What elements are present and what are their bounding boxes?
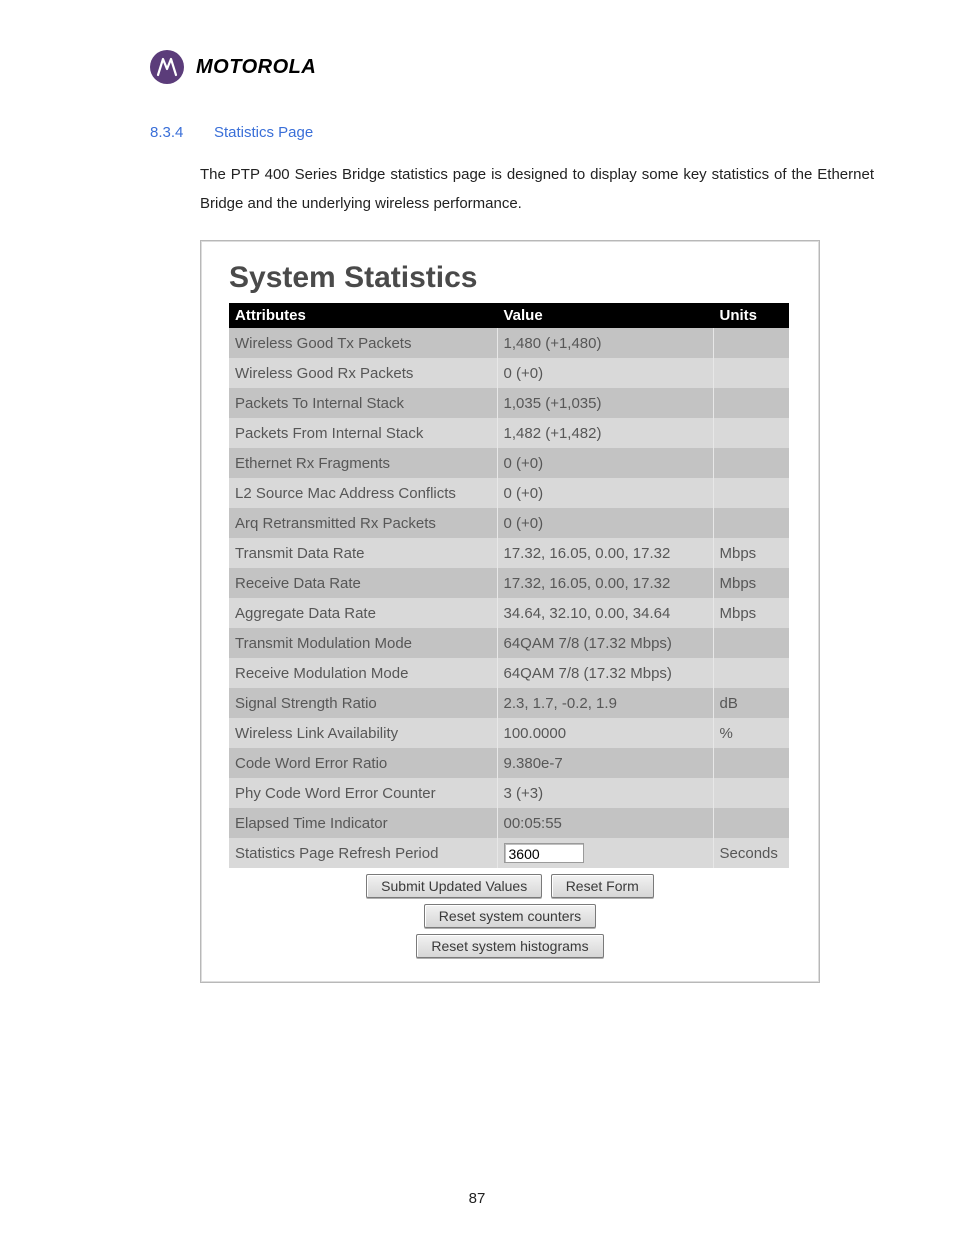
cell-value: 34.64, 32.10, 0.00, 34.64 xyxy=(497,598,713,628)
button-row-3: Reset system histograms xyxy=(229,934,791,958)
cell-attribute: Wireless Link Availability xyxy=(229,718,497,748)
table-row: Transmit Modulation Mode64QAM 7/8 (17.32… xyxy=(229,628,789,658)
cell-attribute: Statistics Page Refresh Period xyxy=(229,838,497,868)
cell-value: 64QAM 7/8 (17.32 Mbps) xyxy=(497,658,713,688)
table-row: Transmit Data Rate17.32, 16.05, 0.00, 17… xyxy=(229,538,789,568)
cell-value: 0 (+0) xyxy=(497,358,713,388)
cell-units xyxy=(713,508,789,538)
table-row: L2 Source Mac Address Conflicts0 (+0) xyxy=(229,478,789,508)
table-row: Phy Code Word Error Counter3 (+3) xyxy=(229,778,789,808)
cell-value: 100.0000 xyxy=(497,718,713,748)
table-row: Arq Retransmitted Rx Packets0 (+0) xyxy=(229,508,789,538)
cell-attribute: Signal Strength Ratio xyxy=(229,688,497,718)
cell-attribute: L2 Source Mac Address Conflicts xyxy=(229,478,497,508)
table-row: Wireless Good Rx Packets0 (+0) xyxy=(229,358,789,388)
cell-value: 1,035 (+1,035) xyxy=(497,388,713,418)
table-row: Code Word Error Ratio9.380e-7 xyxy=(229,748,789,778)
table-row-input: Statistics Page Refresh Period 3600 Second… xyxy=(229,838,789,868)
cell-units: Mbps xyxy=(713,598,789,628)
cell-units xyxy=(713,418,789,448)
table-row: Ethernet Rx Fragments0 (+0) xyxy=(229,448,789,478)
brand-row: MOTOROLA xyxy=(150,50,894,84)
section-heading: 8.3.4 Statistics Page xyxy=(150,124,894,141)
table-row: Wireless Good Tx Packets1,480 (+1,480) xyxy=(229,328,789,358)
table-row: Packets To Internal Stack1,035 (+1,035) xyxy=(229,388,789,418)
intro-paragraph: The PTP 400 Series Bridge statistics pag… xyxy=(200,161,874,218)
cell-value: 9.380e-7 xyxy=(497,748,713,778)
cell-attribute: Phy Code Word Error Counter xyxy=(229,778,497,808)
table-header-units: Units xyxy=(713,303,789,328)
cell-units xyxy=(713,448,789,478)
cell-attribute: Elapsed Time Indicator xyxy=(229,808,497,838)
table-row: Receive Data Rate17.32, 16.05, 0.00, 17.… xyxy=(229,568,789,598)
cell-value: 0 (+0) xyxy=(497,478,713,508)
cell-attribute: Receive Modulation Mode xyxy=(229,658,497,688)
cell-value: 3600 xyxy=(497,838,713,868)
button-row-1: Submit Updated Values Reset Form xyxy=(229,874,791,898)
cell-value: 17.32, 16.05, 0.00, 17.32 xyxy=(497,568,713,598)
section-title: Statistics Page xyxy=(214,124,313,141)
submit-button[interactable]: Submit Updated Values xyxy=(366,874,542,898)
reset-histograms-button[interactable]: Reset system histograms xyxy=(416,934,603,958)
cell-units xyxy=(713,478,789,508)
cell-units xyxy=(713,808,789,838)
cell-attribute: Code Word Error Ratio xyxy=(229,748,497,778)
cell-value: 0 (+0) xyxy=(497,448,713,478)
button-row-2: Reset system counters xyxy=(229,904,791,928)
reset-counters-button[interactable]: Reset system counters xyxy=(424,904,596,928)
motorola-logo-icon xyxy=(150,50,184,84)
cell-units xyxy=(713,358,789,388)
cell-value: 2.3, 1.7, -0.2, 1.9 xyxy=(497,688,713,718)
cell-attribute: Wireless Good Rx Packets xyxy=(229,358,497,388)
cell-attribute: Packets To Internal Stack xyxy=(229,388,497,418)
statistics-table: Attributes Value Units Wireless Good Tx … xyxy=(229,303,789,868)
cell-attribute: Ethernet Rx Fragments xyxy=(229,448,497,478)
cell-attribute: Wireless Good Tx Packets xyxy=(229,328,497,358)
cell-attribute: Aggregate Data Rate xyxy=(229,598,497,628)
cell-units xyxy=(713,628,789,658)
cell-attribute: Packets From Internal Stack xyxy=(229,418,497,448)
cell-value: 17.32, 16.05, 0.00, 17.32 xyxy=(497,538,713,568)
screenshot-card: System Statistics Attributes Value Units… xyxy=(200,240,820,983)
table-row: Aggregate Data Rate34.64, 32.10, 0.00, 3… xyxy=(229,598,789,628)
cell-value: 0 (+0) xyxy=(497,508,713,538)
screenshot-title: System Statistics xyxy=(229,261,791,295)
cell-units xyxy=(713,328,789,358)
cell-units: Mbps xyxy=(713,568,789,598)
cell-value: 1,482 (+1,482) xyxy=(497,418,713,448)
page-number: 87 xyxy=(0,1190,954,1207)
table-row: Signal Strength Ratio 2.3, 1.7, -0.2, 1.… xyxy=(229,688,789,718)
brand-text: MOTOROLA xyxy=(196,56,316,79)
cell-value: 00:05:55 xyxy=(497,808,713,838)
cell-attribute: Transmit Modulation Mode xyxy=(229,628,497,658)
cell-value: 1,480 (+1,480) xyxy=(497,328,713,358)
document-page: MOTOROLA 8.3.4 Statistics Page The PTP 4… xyxy=(0,0,954,1235)
cell-value: 3 (+3) xyxy=(497,778,713,808)
table-row: Receive Modulation Mode64QAM 7/8 (17.32 … xyxy=(229,658,789,688)
cell-units xyxy=(713,658,789,688)
cell-units: dB xyxy=(713,688,789,718)
cell-units xyxy=(713,748,789,778)
cell-attribute: Receive Data Rate xyxy=(229,568,497,598)
cell-units: Seconds xyxy=(713,838,789,868)
cell-attribute: Arq Retransmitted Rx Packets xyxy=(229,508,497,538)
cell-units: % xyxy=(713,718,789,748)
cell-attribute: Transmit Data Rate xyxy=(229,538,497,568)
cell-units xyxy=(713,388,789,418)
table-row: Packets From Internal Stack1,482 (+1,482… xyxy=(229,418,789,448)
cell-units: Mbps xyxy=(713,538,789,568)
cell-value: 64QAM 7/8 (17.32 Mbps) xyxy=(497,628,713,658)
section-number: 8.3.4 xyxy=(150,124,190,141)
reset-form-button[interactable]: Reset Form xyxy=(551,874,654,898)
table-row: Wireless Link Availability100.0000% xyxy=(229,718,789,748)
refresh-period-input[interactable]: 3600 xyxy=(504,843,584,863)
table-row: Elapsed Time Indicator00:05:55 xyxy=(229,808,789,838)
table-header-attributes: Attributes xyxy=(229,303,497,328)
cell-units xyxy=(713,778,789,808)
table-header-value: Value xyxy=(497,303,713,328)
